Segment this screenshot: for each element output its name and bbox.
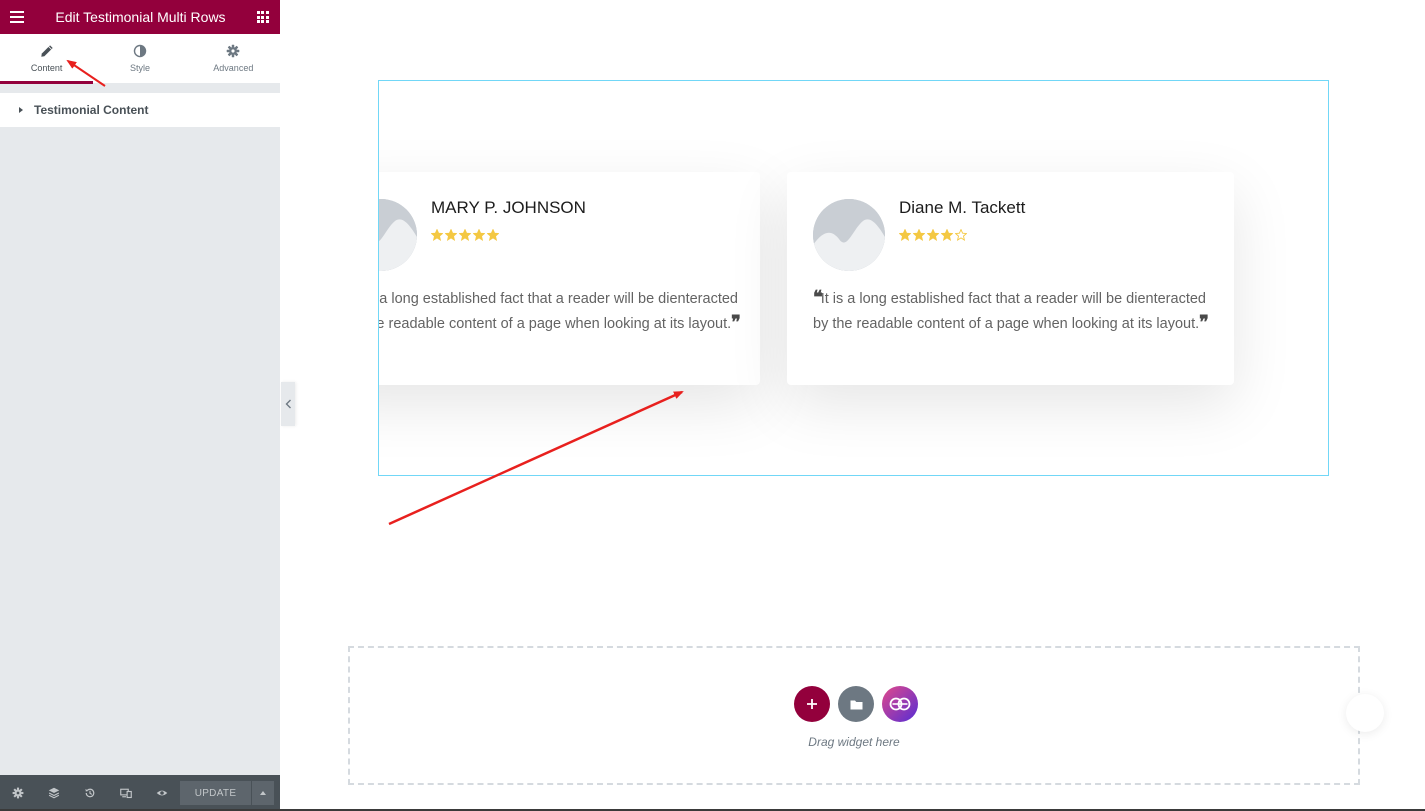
settings-button[interactable] (0, 775, 36, 811)
add-section-button[interactable] (794, 686, 830, 722)
editor-panel: Edit Testimonial Multi Rows Content Styl… (0, 0, 280, 811)
testimonial-widget[interactable]: MARY P. JOHNSON ❝It is a long establishe… (378, 80, 1329, 476)
avatar-placeholder-icon (813, 199, 885, 271)
responsive-icon (120, 788, 132, 799)
testimonial-name: MARY P. JOHNSON (431, 198, 586, 217)
star-filled-icon (473, 229, 485, 241)
testimonial-card: MARY P. JOHNSON ❝It is a long establishe… (378, 172, 760, 385)
star-filled-icon (459, 229, 471, 241)
essential-addons-logo-icon (889, 697, 911, 711)
responsive-mode-button[interactable] (108, 775, 144, 811)
layers-icon (48, 787, 60, 799)
testimonial-text: ❝It is a long established fact that a re… (813, 287, 1213, 337)
panel-tabs: Content Style Advanced (0, 34, 280, 84)
avatar (813, 199, 885, 271)
update-button[interactable]: UPDATE (180, 781, 251, 805)
testimonial-text-body: It is a long established fact that a rea… (378, 291, 738, 332)
history-icon (85, 788, 95, 798)
star-filled-icon (899, 229, 911, 241)
star-rating (431, 229, 499, 241)
star-filled-icon (913, 229, 925, 241)
plus-icon (807, 699, 817, 709)
preview-button[interactable] (144, 775, 180, 811)
save-options-button[interactable] (252, 781, 274, 805)
tab-style[interactable]: Style (93, 34, 186, 83)
star-filled-icon (445, 229, 457, 241)
floating-help-button[interactable] (1346, 694, 1384, 732)
dropzone-label: Drag widget here (808, 735, 900, 749)
tab-content[interactable]: Content (0, 34, 94, 84)
testimonial-text: ❝It is a long established fact that a re… (378, 287, 745, 337)
folder-icon (850, 700, 862, 709)
section-title: Testimonial Content (34, 103, 149, 117)
caret-right-icon (19, 107, 23, 113)
quote-open-icon: ❝ (813, 287, 823, 308)
avatar-placeholder-icon (379, 199, 417, 271)
tab-advanced[interactable]: Advanced (187, 34, 280, 83)
star-filled-icon (927, 229, 939, 241)
testimonial-card: Diane M. Tackett ❝It is a long establish… (787, 172, 1234, 385)
testimonial-name: Diane M. Tackett (899, 198, 1026, 217)
quote-close-icon: ❞ (731, 312, 741, 333)
quote-close-icon: ❞ (1199, 312, 1209, 333)
tab-content-label: Content (30, 63, 63, 73)
caret-up-icon (260, 791, 266, 795)
panel-footer: UPDATE (0, 775, 280, 811)
star-filled-icon (487, 229, 499, 241)
avatar (379, 199, 417, 271)
tab-advanced-label: Advanced (213, 63, 254, 73)
section-toggle-testimonial-content[interactable]: Testimonial Content (0, 93, 280, 127)
navigator-button[interactable] (36, 775, 72, 811)
star-filled-icon (941, 229, 953, 241)
dropzone-actions (794, 686, 918, 722)
panel-spacer (0, 84, 280, 93)
gear-icon (227, 44, 240, 58)
essential-addons-button[interactable] (882, 686, 918, 722)
history-button[interactable] (72, 775, 108, 811)
star-filled-icon (431, 229, 443, 241)
panel-header: Edit Testimonial Multi Rows (0, 0, 280, 34)
empty-section-dropzone[interactable]: Drag widget here (348, 646, 1360, 785)
tab-style-label: Style (129, 63, 150, 73)
star-rating (899, 229, 967, 241)
testimonial-text-body: It is a long established fact that a rea… (813, 291, 1206, 332)
pencil-icon (40, 45, 53, 57)
menu-icon[interactable] (10, 11, 24, 23)
add-template-button[interactable] (838, 686, 874, 722)
chevron-left-icon (285, 399, 291, 409)
settings-icon (12, 787, 24, 799)
preview-eye-icon (156, 790, 168, 796)
panel-collapse-handle[interactable] (281, 382, 295, 426)
panel-title: Edit Testimonial Multi Rows (55, 9, 226, 25)
half-circle-icon (133, 44, 147, 58)
widgets-grid-icon[interactable] (256, 11, 269, 23)
star-empty-icon (955, 229, 967, 241)
